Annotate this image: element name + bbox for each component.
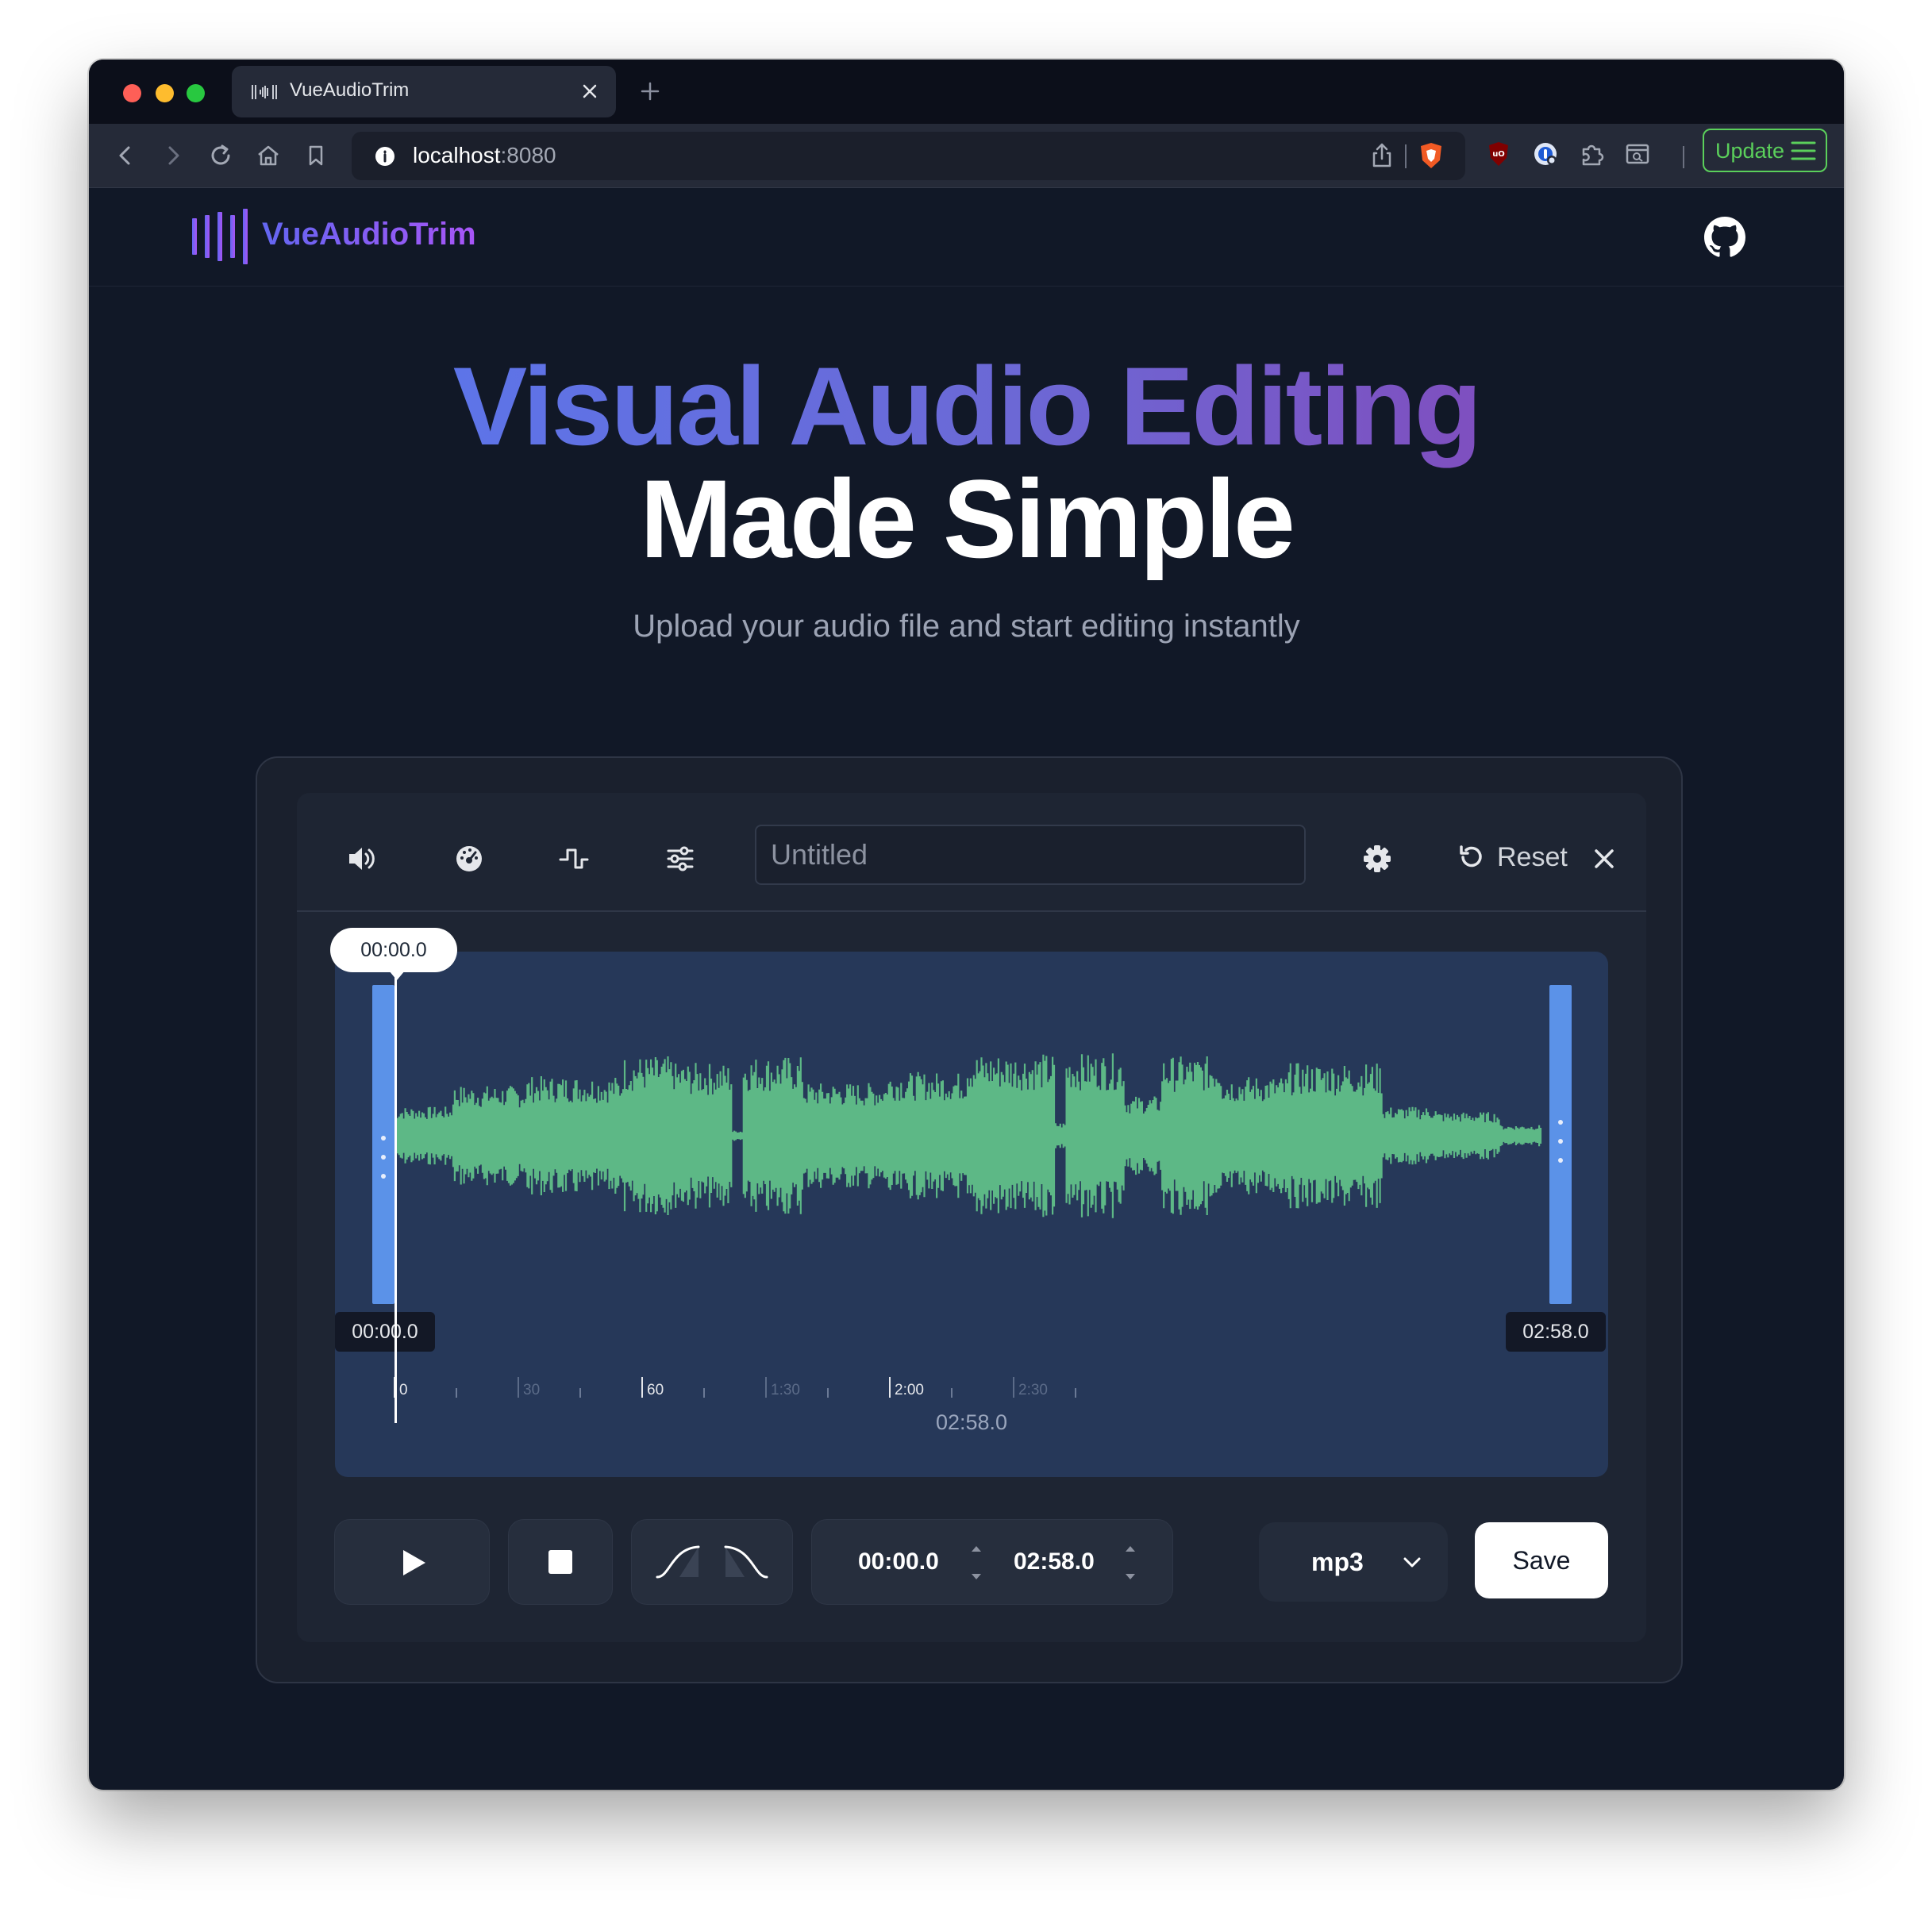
maximize-window-button[interactable]	[187, 84, 205, 102]
waveform-panel[interactable]: 0 30 60 1:30 2:00 2:30 00:00.0 02:58.0 00:00.…	[330, 928, 1608, 1477]
stop-button[interactable]	[508, 1519, 613, 1605]
undo-icon	[1460, 845, 1482, 867]
save-button[interactable]: Save	[1475, 1522, 1608, 1598]
start-time-input[interactable]: 00:00.0	[858, 1548, 939, 1575]
play-button[interactable]	[334, 1519, 490, 1605]
new-tab-icon[interactable]	[636, 77, 664, 106]
close-tab-icon[interactable]	[579, 81, 600, 102]
title-input[interactable]	[755, 825, 1306, 885]
format-value: mp3	[1311, 1548, 1364, 1576]
close-icon[interactable]	[1589, 844, 1619, 874]
home-icon[interactable]	[252, 140, 284, 171]
address-bar[interactable]: localhost:8080	[352, 132, 1465, 180]
hero-title-secondary: Made Simple	[640, 456, 1295, 581]
minimize-window-button[interactable]	[156, 84, 174, 102]
trim-start-label: 00:00.0	[335, 1312, 435, 1352]
playhead[interactable]	[394, 972, 397, 1423]
trim-start-handle[interactable]	[372, 985, 394, 1304]
waveform-path	[393, 1053, 1542, 1218]
update-button[interactable]: Update	[1703, 129, 1827, 172]
waveform[interactable]: 0 30 60 1:30 2:00 2:30	[335, 952, 1608, 1477]
playhead-bubble-pointer	[389, 971, 405, 980]
toolbar-divider	[1405, 144, 1407, 168]
fade-in-icon[interactable]	[656, 1544, 700, 1580]
logo-text[interactable]: VueAudioTrim	[262, 217, 476, 252]
format-select[interactable]: mp3	[1259, 1522, 1448, 1602]
ruler-tick-label: 30	[523, 1382, 540, 1398]
logo-icon	[192, 209, 248, 264]
stop-icon	[548, 1550, 572, 1574]
reader-mode-icon[interactable]	[1622, 138, 1653, 170]
duration-text: 02:58.0	[935, 1410, 1008, 1434]
ruler-tick-label: 2:30	[1018, 1382, 1048, 1398]
hero-subtitle: Upload your audio file and start editing…	[633, 609, 1300, 644]
back-icon[interactable]	[110, 140, 141, 171]
reload-icon[interactable]	[205, 140, 237, 171]
audio-wave-icon	[252, 85, 277, 99]
url-text: localhost:8080	[413, 143, 556, 167]
trim-end-handle[interactable]	[1549, 985, 1572, 1304]
menu-icon	[1791, 141, 1816, 160]
chevron-down-icon	[1403, 1557, 1421, 1568]
trim-end-label: 02:58.0	[1506, 1312, 1606, 1352]
ruler-tick-label: 1:30	[771, 1382, 800, 1398]
ruler-tick-label: 60	[647, 1382, 664, 1398]
bookmark-icon[interactable]	[300, 140, 332, 171]
password-manager-icon[interactable]	[1530, 138, 1561, 170]
toolbar-divider	[1683, 146, 1684, 168]
app-header: VueAudioTrim	[89, 188, 1844, 287]
extensions-icon[interactable]	[1576, 138, 1607, 170]
audio-editor: Reset 0 30 60 1:30 2:00 2:30 00:00.0 02:58.0 …	[297, 793, 1646, 1642]
editor-toolbar: Reset	[297, 793, 1646, 912]
hero-title: Visual Audio Editing	[452, 344, 1482, 468]
forward-icon[interactable]	[157, 140, 189, 171]
ruler-tick-label: 2:00	[895, 1382, 924, 1398]
reset-button[interactable]: Reset	[1456, 839, 1568, 879]
ublock-origin-icon[interactable]: uO	[1483, 138, 1514, 170]
browser-titlebar: VueAudioTrim	[89, 60, 1844, 124]
play-icon	[403, 1550, 425, 1575]
close-window-button[interactable]	[123, 84, 141, 102]
github-icon[interactable]	[1704, 217, 1745, 258]
fade-controls	[631, 1519, 793, 1605]
settings-gear-icon[interactable]	[1359, 841, 1395, 877]
playhead-time-bubble: 00:00.0	[330, 928, 457, 972]
time-range-inputs: 00:00.0 02:58.0	[811, 1519, 1173, 1605]
fade-out-icon[interactable]	[724, 1544, 768, 1580]
brave-shield-icon[interactable]	[1415, 140, 1447, 171]
silence-removal-icon[interactable]	[556, 841, 592, 877]
end-time-stepper-icon[interactable]	[1123, 1539, 1137, 1587]
browser-window: VueAudioTrim localhost:8080 uO Update Vu…	[89, 60, 1844, 1790]
browser-toolbar: localhost:8080 uO	[89, 124, 1844, 188]
end-time-input[interactable]: 02:58.0	[1014, 1548, 1095, 1575]
ruler-tick-label: 0	[399, 1382, 408, 1398]
browser-tab[interactable]: VueAudioTrim	[232, 66, 616, 117]
share-icon[interactable]	[1366, 140, 1398, 171]
volume-icon[interactable]	[344, 841, 381, 877]
start-time-stepper-icon[interactable]	[969, 1539, 983, 1587]
svg-text:uO: uO	[1492, 150, 1505, 159]
speed-gauge-icon[interactable]	[451, 841, 487, 877]
tab-title: VueAudioTrim	[290, 79, 410, 101]
equalizer-settings-icon[interactable]	[662, 841, 699, 877]
site-info-icon[interactable]	[374, 145, 396, 167]
